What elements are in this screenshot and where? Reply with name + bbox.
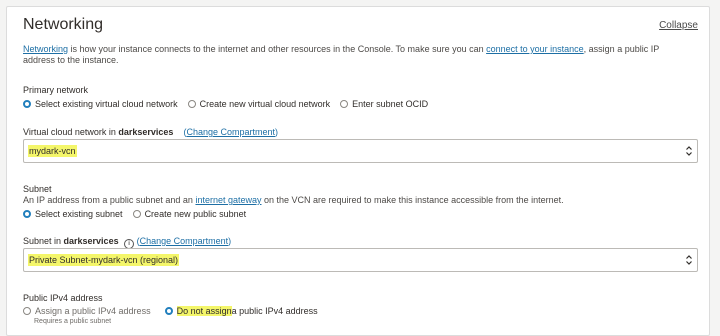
subnet-in-prefix: Subnet in [23,236,64,246]
radio-selected-icon [164,307,173,315]
subnet-compartment-name: darkservices [63,236,119,246]
intro-text: Networking is how your instance connects… [23,44,683,66]
primary-network-radio-group: Select existing virtual cloud network Cr… [23,99,438,109]
subnet-radio-group: Select existing subnet Create new public… [23,209,256,219]
paren-close: ) [275,127,278,137]
radio-unselected-icon [340,100,349,108]
vcn-select[interactable]: mydark-vcn [23,139,698,163]
vcn-select-value: mydark-vcn [28,145,77,157]
radio-label: Select existing virtual cloud network [35,99,178,109]
radio-create-new-vcn[interactable]: Create new virtual cloud network [187,99,331,109]
vcn-compartment-name: darkservices [118,127,174,137]
networking-link[interactable]: Networking [23,44,68,54]
radio-label: Assign a public IPv4 address [35,306,151,316]
chevron-up-down-icon [686,255,692,265]
vcn-label: Virtual cloud network in darkservices (C… [23,127,278,137]
radio-label: Create new public subnet [144,209,247,219]
radio-select-existing-vcn[interactable]: Select existing virtual cloud network [23,99,178,109]
radio-create-new-subnet[interactable]: Create new public subnet [132,209,247,219]
assign-ipv4-help-text: Requires a public subnet [34,318,112,325]
subnet-select[interactable]: Private Subnet-mydark-vcn (regional) [23,248,698,272]
subnet-label: Subnet [23,184,52,194]
internet-gateway-link[interactable]: internet gateway [195,195,261,205]
vcn-change-compartment-link[interactable]: Change Compartment [186,127,275,137]
primary-network-label: Primary network [23,85,89,95]
public-ipv4-radio-group: Assign a public IPv4 address Do not assi… [23,306,328,316]
radio-label: Create new virtual cloud network [199,99,331,109]
subnet-select-value: Private Subnet-mydark-vcn (regional) [28,254,180,266]
connect-to-instance-link[interactable]: connect to your instance [486,44,584,54]
collapse-link[interactable]: Collapse [659,20,698,31]
radio-label-highlight: Do not assign [176,306,232,316]
radio-label: Enter subnet OCID [352,99,429,109]
section-title: Networking [23,16,104,33]
paren-close: ) [228,236,232,246]
chevron-up-down-icon [686,146,692,156]
radio-label-rest: a public IPv4 address [231,306,318,316]
radio-assign-public-ipv4[interactable]: Assign a public IPv4 address [23,306,151,316]
radio-selected-icon [23,100,31,108]
subnet-desc-part2: on the VCN are required to make this ins… [261,195,564,205]
radio-enter-subnet-ocid[interactable]: Enter subnet OCID [340,99,428,109]
public-ipv4-label: Public IPv4 address [23,293,103,303]
radio-selected-icon [23,210,31,218]
intro-text-part1: is how your instance connects to the int… [68,44,487,54]
radio-unselected-icon [187,100,196,108]
radio-unselected-icon [132,210,141,218]
radio-do-not-assign-public-ipv4[interactable]: Do not assign a public IPv4 address [164,306,318,316]
subnet-desc-part1: An IP address from a public subnet and a… [23,195,196,205]
subnet-change-compartment-link[interactable]: Change Compartment [140,236,229,246]
subnet-description: An IP address from a public subnet and a… [23,195,564,205]
radio-label: Select existing subnet [35,209,123,219]
networking-panel: Networking Collapse Networking is how yo… [6,6,710,336]
vcn-label-prefix: Virtual cloud network in [23,127,119,137]
radio-unselected-icon [23,307,31,315]
radio-select-existing-subnet[interactable]: Select existing subnet [23,209,123,219]
